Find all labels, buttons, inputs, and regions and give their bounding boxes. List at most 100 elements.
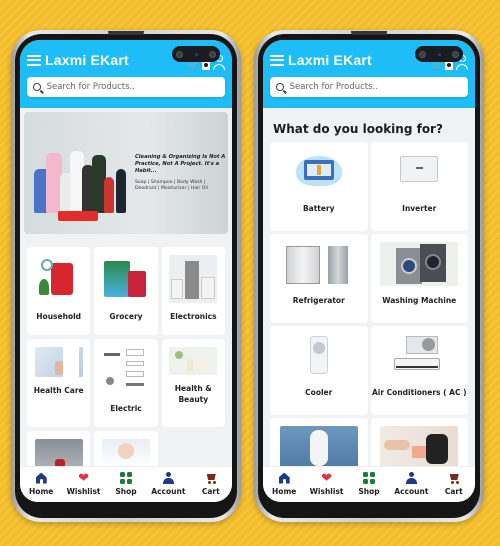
cooler-icon [280,334,358,378]
nav-label: Home [29,486,54,496]
nav-home[interactable]: Home [21,472,61,496]
nav-shop[interactable]: Shop [106,472,146,496]
account-icon [162,472,174,484]
app-title: Laxmi EKart [288,52,372,68]
search-icon [276,83,284,91]
category-grocery[interactable]: Grocery [94,247,158,335]
nav-account[interactable]: Account [148,472,188,496]
category-household[interactable]: Household [27,247,91,335]
home-icon [278,472,290,484]
nav-label: Account [394,486,429,496]
shop-grid-icon [363,472,375,484]
nav-wishlist[interactable]: ❤ Wishlist [307,472,347,496]
phone-right: Laxmi EKart 🛒 What do you looking for? [254,30,484,522]
section-title: What do you looking for? [273,122,443,136]
products-content: What do you looking for? Battery Inverte… [263,108,475,484]
electronics-icon [169,255,218,303]
nav-label: Shop [115,486,137,496]
hamburger-menu-icon[interactable] [27,54,41,66]
baby-care-icon [101,439,150,467]
phone-bezel: Laxmi EKart 🛒 What do you looking for? [258,31,480,518]
category-label: Grocery [109,312,143,321]
home-screen: Laxmi EKart 🛒 Search for Products.. Clea… [20,40,232,502]
bottom-nav: Home ❤ Wishlist Shop Account Cart [20,466,232,502]
nav-label: Cart [444,486,463,496]
speaker-notch [108,31,144,35]
home-icon [35,472,47,484]
battery-icon [280,150,358,194]
room-heater-icon [380,426,459,470]
banner-headline: Cleaning & Organizing Is Not A Practice,… [134,153,226,174]
hamburger-menu-icon[interactable] [270,54,284,66]
banner-products-image [32,123,131,223]
nav-label: Wishlist [66,486,101,496]
home-content: Cleaning & Organizing Is Not A Practice,… [20,108,232,484]
category-label: Household [36,312,82,321]
bottom-nav: Home ❤ Wishlist Shop Account Cart [263,466,475,502]
category-label: Electronics [170,312,217,321]
nav-wishlist[interactable]: ❤ Wishlist [64,472,104,496]
health-care-icon [34,347,83,377]
product-grid: Battery Inverter Refrigerator Washing Ma… [267,142,471,484]
nav-label: Cart [201,486,220,496]
nav-label: Account [151,486,186,496]
search-icon [33,83,41,91]
category-label: Health & Beauty [174,384,212,404]
health-beauty-icon [169,347,218,375]
account-icon [405,472,417,484]
water-heater-icon [279,426,358,470]
promo-banner[interactable]: Cleaning & Organizing Is Not A Practice,… [24,112,228,234]
category-electric[interactable]: Electric [94,339,158,427]
bag-icon[interactable] [445,61,453,70]
washing-machine-icon [380,242,459,286]
nav-cart[interactable]: Cart [434,472,474,496]
camera-cutout [172,46,220,62]
heart-icon: ❤ [78,470,90,486]
product-label: Washing Machine [382,296,457,305]
search-input[interactable] [289,82,462,92]
products-screen: Laxmi EKart 🛒 What do you looking for? [263,40,475,502]
product-cooler[interactable]: Cooler [270,326,368,415]
category-health-beauty[interactable]: Health & Beauty [161,339,225,427]
category-grid: Household Grocery Electronics Health Car… [24,247,228,484]
product-inverter[interactable]: Inverter [370,142,468,231]
category-electronics[interactable]: Electronics [161,247,225,335]
air-conditioner-icon [380,334,458,378]
inverter-icon [380,150,458,194]
search-input[interactable] [46,82,219,92]
search-bar[interactable] [270,77,468,97]
speaker-notch [351,31,387,35]
cart-icon [448,472,460,484]
product-label: Cooler [305,388,333,397]
refrigerator-icon [280,242,358,286]
cart-icon [205,472,217,484]
category-health-care[interactable]: Health Care [27,339,91,427]
camera-cutout [415,46,463,62]
nav-home[interactable]: Home [264,472,304,496]
phone-left: Laxmi EKart 🛒 Search for Products.. Clea… [11,30,241,522]
category-label: Health Care [33,386,84,395]
product-refrigerator[interactable]: Refrigerator [270,234,368,323]
product-battery[interactable]: Battery [270,142,368,231]
nav-account[interactable]: Account [391,472,431,496]
search-bar[interactable] [27,77,225,97]
nav-shop[interactable]: Shop [349,472,389,496]
product-washing-machine[interactable]: Washing Machine [370,234,468,323]
product-label: Inverter [402,204,437,213]
nav-cart[interactable]: Cart [191,472,231,496]
grocery-icon [102,255,150,303]
cart-icon[interactable]: 🛒 [189,62,199,70]
phone-bezel: Laxmi EKart 🛒 Search for Products.. Clea… [15,31,237,518]
household-icon [34,255,83,303]
shop-grid-icon [120,472,132,484]
nav-label: Home [272,486,297,496]
bag-icon[interactable] [202,61,210,70]
category-label: Electric [110,404,142,413]
electric-icon [102,347,150,395]
cart-icon[interactable]: 🛒 [432,62,442,70]
product-label: Air Conditioners ( AC ) [371,388,467,397]
product-air-conditioner[interactable]: Air Conditioners ( AC ) [370,326,468,415]
product-label: Refrigerator [292,296,345,305]
nav-label: Shop [358,486,380,496]
banner-subtext: Soap | Shampoo | Body Wash | Deodrant | … [134,179,208,192]
